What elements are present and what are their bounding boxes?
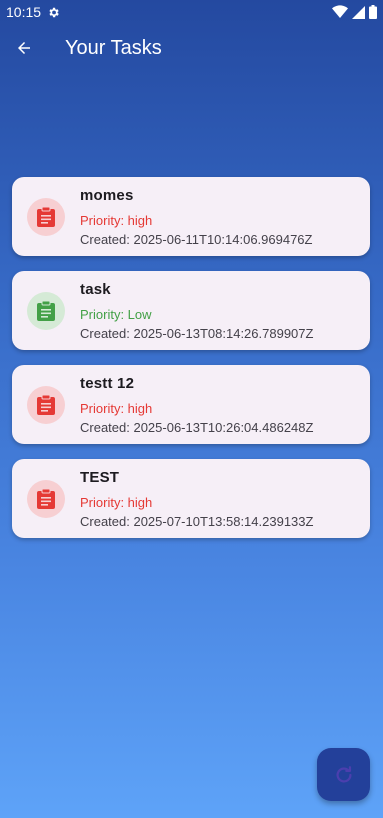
clipboard-icon [37,394,55,415]
app-bar: Your Tasks [0,24,383,72]
task-text: testt 12 Priority: high Created: 2025-06… [80,375,313,435]
task-avatar [27,479,65,518]
cell-signal-icon [352,5,365,19]
task-priority: Priority: high [80,494,153,510]
status-bar: 10:15 [0,0,383,24]
task-title: task [80,280,111,298]
task-created: Created: 2025-07-10T13:58:14.239133Z [80,513,314,529]
battery-icon [369,5,377,19]
task-text: TEST Priority: high Created: 2025-07-10T… [80,469,313,529]
arrow-back-icon [18,42,30,54]
task-list: momes Priority: high Created: 2025-06-11… [12,177,370,553]
clipboard-icon [37,300,55,321]
task-created: Created: 2025-06-13T08:14:26.789907Z [80,325,314,341]
wifi-icon [332,5,348,18]
task-priority: Priority: high [80,400,153,416]
task-card[interactable]: task Priority: Low Created: 2025-06-13T0… [12,271,370,350]
task-avatar [27,291,65,330]
back-button[interactable] [0,24,48,72]
task-text: momes Priority: high Created: 2025-06-11… [80,187,312,247]
clipboard-icon [37,206,55,227]
task-avatar [27,197,65,236]
task-card[interactable]: momes Priority: high Created: 2025-06-11… [12,177,370,256]
task-title: TEST [80,468,120,486]
task-priority: Priority: Low [80,306,152,322]
status-right [332,5,377,19]
status-left: 10:15 [6,4,60,20]
task-created: Created: 2025-06-13T10:26:04.486248Z [80,419,314,435]
settings-gear-icon [49,7,59,17]
status-time: 10:15 [6,4,42,20]
task-card[interactable]: TEST Priority: high Created: 2025-07-10T… [12,459,370,538]
refresh-fab-button[interactable] [317,748,370,801]
clipboard-icon [37,488,55,509]
task-card[interactable]: testt 12 Priority: high Created: 2025-06… [12,365,370,444]
task-text: task Priority: Low Created: 2025-06-13T0… [80,281,313,341]
task-priority: Priority: high [80,212,153,228]
task-title: testt 12 [80,374,135,392]
task-created: Created: 2025-06-11T10:14:06.969476Z [80,231,313,247]
page-title: Your Tasks [65,36,162,59]
refresh-icon [336,765,352,783]
task-avatar [27,385,65,424]
task-title: momes [80,186,134,204]
